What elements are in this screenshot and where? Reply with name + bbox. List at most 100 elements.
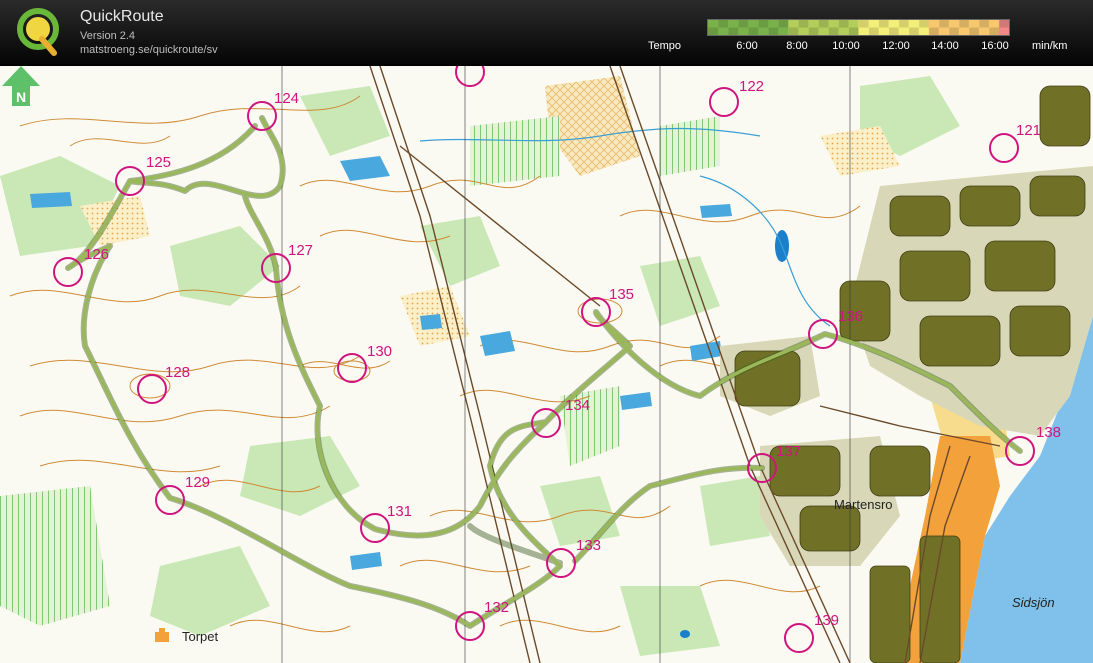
legend-tick: 14:00 <box>931 40 959 52</box>
scale-cell <box>998 27 1010 35</box>
scale-cell <box>988 27 1000 35</box>
orienteering-map[interactable]: 122 121 124 125 126 127 128 129 130 131 … <box>0 66 1093 663</box>
control-circle-139[interactable] <box>784 623 814 653</box>
control-label-133: 133 <box>576 537 602 554</box>
scale-cell <box>828 20 839 28</box>
control-label-130: 130 <box>367 343 393 360</box>
place-name-town: Martensro <box>834 497 893 512</box>
scale-cell <box>748 27 759 35</box>
scale-cell <box>778 20 789 28</box>
control-label-131: 131 <box>387 503 413 520</box>
scale-cell <box>948 27 960 35</box>
scale-cell <box>938 20 950 28</box>
scale-cell <box>798 27 809 35</box>
control-label-136: 136 <box>838 308 864 325</box>
control-label-134: 134 <box>565 397 591 414</box>
control-label-126: 126 <box>84 246 110 263</box>
scale-cell <box>808 27 819 35</box>
scale-cell <box>708 27 719 35</box>
pace-color-scale <box>707 19 1010 36</box>
control-label-127: 127 <box>288 242 314 259</box>
control-label-132: 132 <box>484 599 510 616</box>
scale-cell <box>888 20 900 28</box>
scale-cell <box>838 20 849 28</box>
scale-cell <box>928 27 940 35</box>
control-label-129: 129 <box>185 474 211 491</box>
scale-cell <box>938 27 950 35</box>
scale-cell <box>878 20 890 28</box>
scale-cell <box>708 20 719 28</box>
legend-tick: 16:00 <box>981 40 1009 52</box>
control-circle-128[interactable] <box>137 374 167 404</box>
svg-text:N: N <box>16 89 26 105</box>
scale-cell <box>898 20 910 28</box>
control-label-138: 138 <box>1036 424 1062 441</box>
scale-cell <box>838 27 849 35</box>
scale-cell <box>738 20 749 28</box>
scale-cell <box>968 27 980 35</box>
app-header: QuickRoute Version 2.4 matstroeng.se/qui… <box>0 0 1093 64</box>
scale-cell <box>788 27 799 35</box>
scale-cell <box>868 20 880 28</box>
app-version: Version 2.4 <box>80 30 136 42</box>
control-circle-top[interactable] <box>455 66 485 87</box>
scale-cell <box>728 20 739 28</box>
scale-cell <box>858 20 870 28</box>
scale-cell <box>968 20 980 28</box>
scale-cell <box>718 27 729 35</box>
scale-cell <box>948 20 960 28</box>
control-label-128: 128 <box>165 364 191 381</box>
control-label-135: 135 <box>609 286 635 303</box>
scale-cell <box>858 27 870 35</box>
scale-cell <box>998 20 1010 28</box>
control-label-124: 124 <box>274 90 300 107</box>
scale-cell <box>888 27 900 35</box>
scale-cell <box>778 27 789 35</box>
app-url-link[interactable]: matstroeng.se/quickroute/sv <box>80 44 218 56</box>
legend-tick: 8:00 <box>786 40 808 52</box>
control-label-137: 137 <box>776 443 802 460</box>
scale-cell <box>878 27 890 35</box>
control-label-121: 121 <box>1016 122 1042 139</box>
scale-cell <box>918 20 930 28</box>
legend-tick: 10:00 <box>832 40 860 52</box>
scale-cell <box>728 27 739 35</box>
legend-unit: min/km <box>1032 40 1068 52</box>
building-icon <box>155 628 169 642</box>
scale-cell <box>898 27 910 35</box>
scale-cell <box>988 20 1000 28</box>
control-circle-121[interactable] <box>989 133 1019 163</box>
scale-cell <box>768 27 779 35</box>
scale-cell <box>768 20 779 28</box>
control-label-122: 122 <box>739 78 765 95</box>
scale-cell <box>978 27 990 35</box>
north-arrow-icon: N <box>2 66 40 106</box>
app-title: QuickRoute <box>80 8 164 25</box>
scale-cell <box>748 20 759 28</box>
legend-tick: 6:00 <box>736 40 758 52</box>
scale-cell <box>958 27 970 35</box>
scale-cell <box>848 27 859 35</box>
gps-route <box>65 115 1023 629</box>
scale-cell <box>798 20 809 28</box>
scale-cell <box>788 20 799 28</box>
scale-cell <box>828 27 839 35</box>
scale-cell <box>758 27 769 35</box>
scale-cell <box>908 20 920 28</box>
scale-cell <box>868 27 880 35</box>
control-label-125: 125 <box>146 154 172 171</box>
lake-name: Sidsjön <box>1012 595 1055 610</box>
control-circle-126[interactable] <box>53 257 83 287</box>
scale-cell <box>918 27 930 35</box>
scale-cell <box>958 20 970 28</box>
scale-cell <box>818 27 829 35</box>
legend-tick: 12:00 <box>882 40 910 52</box>
scale-cell <box>848 20 859 28</box>
scale-cell <box>928 20 940 28</box>
quickroute-logo-icon <box>17 8 59 56</box>
scale-cell <box>818 20 829 28</box>
scale-cell <box>718 20 729 28</box>
scale-cell <box>758 20 769 28</box>
scale-cell <box>808 20 819 28</box>
control-circle-122[interactable] <box>709 87 739 117</box>
